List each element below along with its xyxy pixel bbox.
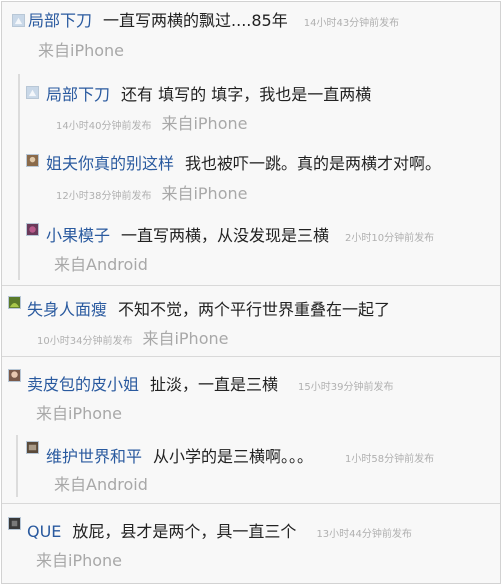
user-avatar[interactable] (8, 517, 21, 530)
comment-text: 放屁，县才是两个，具一直三个 (72, 522, 297, 541)
reply-author-link[interactable]: 小果模子 (46, 226, 110, 245)
reply-line: 局部下刀 还有 填写的 填字，我也是一直两横 (46, 84, 371, 106)
reply-source: 来自Android (54, 255, 148, 274)
reply-line: 姐夫你真的别这样 我也被吓一跳。真的是两横才对啊。 (46, 153, 441, 175)
reply-thread-line (18, 74, 20, 280)
reply-source: 来自Android (54, 475, 148, 494)
comment-timestamp: 15小时39分钟前发布 (298, 382, 394, 393)
comment-source-line: 来自iPhone (36, 403, 122, 425)
reply-meta-line: 来自Android (54, 254, 148, 276)
reply-text: 还有 填写的 填字，我也是一直两横 (121, 85, 372, 104)
comment-text: 一直写两横的飘过....85年 (103, 11, 288, 30)
user-avatar[interactable] (12, 14, 25, 27)
reply-author-link[interactable]: 局部下刀 (46, 85, 110, 104)
user-avatar[interactable] (26, 441, 39, 454)
comment-meta-line: 10小时34分钟前发布 来自iPhone (37, 328, 228, 353)
reply-thread-line (16, 435, 18, 497)
comment-source-line: 来自iPhone (38, 40, 124, 62)
comment-author-link[interactable]: QUE (27, 522, 61, 541)
comment-timestamp: 13小时44分钟前发布 (316, 529, 412, 540)
comment-block: 失身人面瘦 不知不觉，两个平行世界重叠在一起了 10小时34分钟前发布 来自iPho… (2, 286, 500, 357)
reply-timestamp: 1小时58分钟前发布 (345, 454, 435, 465)
reply-timestamp: 12小时38分钟前发布 (56, 191, 152, 202)
comment-line: QUE 放屁，县才是两个，具一直三个 13小时44分钟前发布 (27, 521, 412, 546)
comment-source: 来自iPhone (36, 551, 123, 570)
user-avatar[interactable] (26, 86, 39, 99)
reply-line: 维护世界和平 从小学的是三横啊。。。 1小时58分钟前发布 (46, 446, 434, 471)
reply-meta-line: 14小时40分钟前发布 来自iPhone (56, 113, 247, 138)
reply-text: 我也被吓一跳。真的是两横才对啊。 (185, 154, 442, 173)
comment-author-link[interactable]: 卖皮包的皮小姐 (27, 375, 139, 394)
comment-source: 来自iPhone (38, 41, 125, 60)
reply-meta-line: 来自Android (54, 474, 148, 496)
reply-text: 从小学的是三横啊。。。 (153, 447, 314, 466)
comment-block: 局部下刀 一直写两横的飘过....85年 14小时43分钟前发布 来自iPhone … (2, 2, 500, 286)
comment-timestamp: 10小时34分钟前发布 (37, 336, 133, 347)
user-avatar[interactable] (26, 154, 39, 167)
user-avatar[interactable] (26, 223, 39, 236)
reply-text: 一直写两横，从没发现是三横 (121, 226, 330, 245)
comment-source: 来自iPhone (142, 329, 229, 348)
comment-author-link[interactable]: 失身人面瘦 (27, 300, 107, 319)
comment-line: 卖皮包的皮小姐 扯淡，一直是三横 15小时39分钟前发布 (27, 374, 393, 399)
comment-thread-panel: 局部下刀 一直写两横的飘过....85年 14小时43分钟前发布 来自iPhone … (1, 1, 501, 584)
comment-text: 不知不觉，两个平行世界重叠在一起了 (118, 300, 391, 319)
reply-meta-line: 12小时38分钟前发布 来自iPhone (56, 183, 247, 208)
comment-timestamp: 14小时43分钟前发布 (303, 18, 400, 29)
comment-source-line: 来自iPhone (36, 550, 122, 572)
reply-author-link[interactable]: 姐夫你真的别这样 (46, 154, 174, 173)
comment-block: QUE 放屁，县才是两个，具一直三个 13小时44分钟前发布 来自iPhone (2, 504, 500, 583)
comment-source: 来自iPhone (36, 404, 123, 423)
reply-author-link[interactable]: 维护世界和平 (46, 447, 142, 466)
reply-source: 来自iPhone (161, 114, 248, 133)
user-avatar[interactable] (8, 369, 21, 382)
reply-timestamp: 14小时40分钟前发布 (56, 121, 152, 132)
reply-timestamp: 2小时10分钟前发布 (345, 233, 435, 244)
comment-line: 失身人面瘦 不知不觉，两个平行世界重叠在一起了 (27, 299, 390, 321)
comment-text: 扯淡，一直是三横 (150, 375, 279, 394)
reply-source: 来自iPhone (161, 184, 248, 203)
comment-line: 局部下刀 一直写两横的飘过....85年 14小时43分钟前发布 (28, 10, 399, 35)
user-avatar[interactable] (8, 296, 21, 309)
reply-line: 小果模子 一直写两横，从没发现是三横 2小时10分钟前发布 (46, 225, 434, 250)
comment-author-link[interactable]: 局部下刀 (28, 11, 92, 30)
comment-block: 卖皮包的皮小姐 扯淡，一直是三横 15小时39分钟前发布 来自iPhone 维护世界… (2, 357, 500, 504)
